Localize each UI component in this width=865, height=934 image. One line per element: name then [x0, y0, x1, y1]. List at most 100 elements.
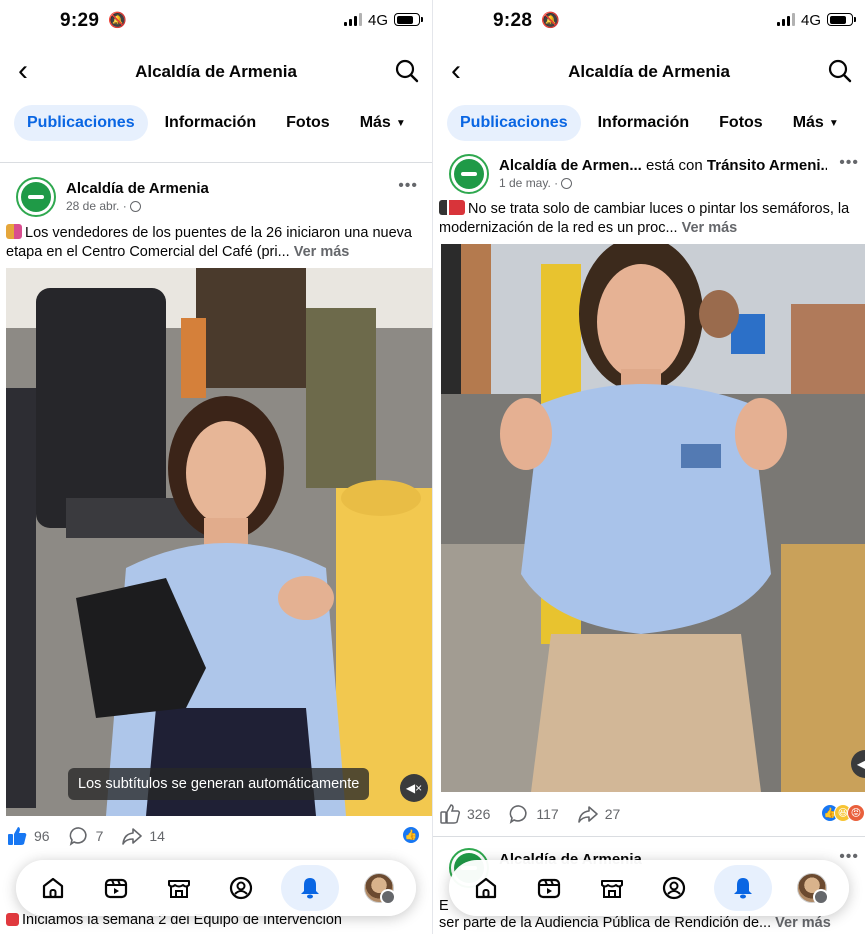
post-text: Los vendedores de los puentes de la 26 i… [6, 224, 412, 260]
nav-video[interactable] [93, 865, 139, 911]
profile-tabs: Publicaciones Información Fotos Más ▼ [447, 104, 865, 142]
like-outline-icon [440, 804, 461, 824]
user-avatar [363, 873, 396, 905]
see-more-link[interactable]: Ver más [775, 915, 831, 931]
angry-reaction-icon: 😡 [847, 804, 865, 822]
more-options-icon[interactable]: ••• [839, 154, 859, 172]
see-more-link[interactable]: Ver más [682, 220, 738, 236]
reaction-badges: 👍 [402, 826, 420, 844]
with-text: está con [646, 157, 703, 174]
tab-fotos[interactable]: Fotos [706, 105, 776, 141]
post-meta: 28 de abr. · [66, 199, 141, 213]
comment-button[interactable]: 117 [508, 803, 559, 825]
status-time: 9:28 [493, 10, 533, 31]
post-author[interactable]: Alcaldía de Armen... está con Tránsito A… [499, 157, 827, 174]
post-header: Alcaldía de Armenia 28 de abr. · ••• [16, 177, 424, 221]
see-more-link[interactable]: Ver más [294, 244, 350, 260]
page-avatar[interactable] [16, 177, 56, 217]
user-avatar [796, 873, 829, 905]
bell-icon [733, 878, 752, 899]
tab-mas-label: Más [359, 114, 391, 131]
tab-informacion[interactable]: Información [585, 105, 703, 141]
nav-menu-avatar[interactable] [356, 865, 402, 911]
top-navigation-bar: ‹ Alcaldía de Armenia [0, 48, 432, 96]
reaction-badges: 👍 😆 😡 [821, 804, 865, 822]
tab-publicaciones[interactable]: Publicaciones [447, 105, 581, 141]
page-avatar[interactable] [449, 154, 489, 194]
nav-profile[interactable] [651, 865, 697, 911]
battery-icon [394, 13, 423, 26]
caret-down-icon: ▼ [395, 117, 406, 129]
nav-video[interactable] [526, 865, 572, 911]
post-date: 1 de may. · [499, 176, 559, 190]
silent-mode-icon: 🔕 [108, 12, 127, 29]
tab-mas[interactable]: Más ▼ [780, 105, 852, 141]
nav-notifications[interactable] [713, 865, 772, 911]
comment-button[interactable]: 7 [68, 825, 103, 847]
siren-emoji-icon [6, 913, 19, 926]
nav-marketplace[interactable] [589, 865, 635, 911]
tagged-page[interactable]: Tránsito Armeni.... [707, 157, 827, 174]
profile-tabs: Publicaciones Información Fotos Más ▼ [14, 104, 432, 142]
post-video[interactable]: Los subtítulos se generan automáticament… [6, 268, 432, 816]
post-author[interactable]: Alcaldía de Armenia [66, 180, 209, 197]
next-post-text: ser parte de la Audiencia Pública de Ren… [439, 915, 831, 931]
comment-icon [69, 827, 87, 846]
nav-home[interactable] [30, 865, 76, 911]
tab-mas[interactable]: Más ▼ [347, 105, 419, 141]
top-navigation-bar: ‹ Alcaldía de Armenia [433, 48, 865, 96]
network-type: 4G [367, 12, 388, 29]
traffic-light-car-emoji-icon [439, 200, 465, 215]
post-video[interactable]: ◀× [441, 244, 865, 792]
divider [0, 162, 432, 163]
search-icon[interactable] [394, 58, 420, 84]
tab-publicaciones[interactable]: Publicaciones [14, 105, 148, 141]
bell-icon [300, 878, 319, 899]
battery-icon [827, 13, 856, 26]
page-title: Alcaldía de Armenia [568, 62, 730, 81]
post-meta: 1 de may. · [499, 176, 573, 190]
status-bar: 9:29 🔕 4G [0, 0, 432, 44]
video-frame [6, 268, 432, 816]
post-header: Alcaldía de Armen... está con Tránsito A… [449, 154, 859, 198]
search-icon[interactable] [827, 58, 853, 84]
comment-icon [509, 805, 527, 824]
divider [433, 836, 865, 837]
nav-menu-avatar[interactable] [789, 865, 835, 911]
profile-icon [230, 876, 253, 900]
mute-toggle-icon[interactable]: ◀× [400, 774, 428, 802]
status-bar: 9:28 🔕 4G [433, 0, 865, 44]
network-type: 4G [800, 12, 821, 29]
auto-caption-banner: Los subtítulos se generan automáticament… [68, 768, 370, 800]
right-screenshot: 9:28 🔕 4G ‹ Alcaldía de Armenia Publicac… [433, 0, 865, 934]
share-icon [122, 828, 143, 845]
tab-mas-label: Más [792, 114, 824, 131]
reaction-count[interactable]: 326 [439, 803, 490, 825]
left-screenshot: 9:29 🔕 4G ‹ Alcaldía de Armenia Publicac… [0, 0, 432, 934]
more-options-icon[interactable]: ••• [839, 848, 859, 866]
nav-marketplace[interactable] [156, 865, 202, 911]
shopping-bags-emoji-icon [6, 224, 22, 239]
marketplace-icon [167, 880, 190, 898]
share-button[interactable]: 14 [121, 825, 165, 847]
tab-fotos[interactable]: Fotos [273, 105, 343, 141]
caret-down-icon: ▼ [828, 117, 839, 129]
page-title: Alcaldía de Armenia [135, 62, 297, 81]
tab-informacion[interactable]: Información [152, 105, 270, 141]
nav-notifications[interactable] [280, 865, 339, 911]
post-text: No se trata solo de cambiar luces o pint… [439, 200, 850, 236]
bottom-tab-bar [449, 860, 849, 916]
more-options-icon[interactable]: ••• [398, 177, 418, 195]
nav-profile[interactable] [218, 865, 264, 911]
nav-home[interactable] [463, 865, 509, 911]
profile-icon [663, 876, 686, 900]
globe-icon [129, 200, 141, 212]
like-reaction-icon: 👍 [402, 826, 420, 844]
post-date: 28 de abr. · [66, 199, 127, 213]
like-filled-icon [8, 827, 27, 845]
share-button[interactable]: 27 [577, 803, 620, 825]
home-icon [476, 877, 497, 899]
marketplace-icon [600, 880, 623, 898]
share-icon [577, 806, 598, 823]
reaction-count[interactable]: 96 [6, 825, 50, 847]
